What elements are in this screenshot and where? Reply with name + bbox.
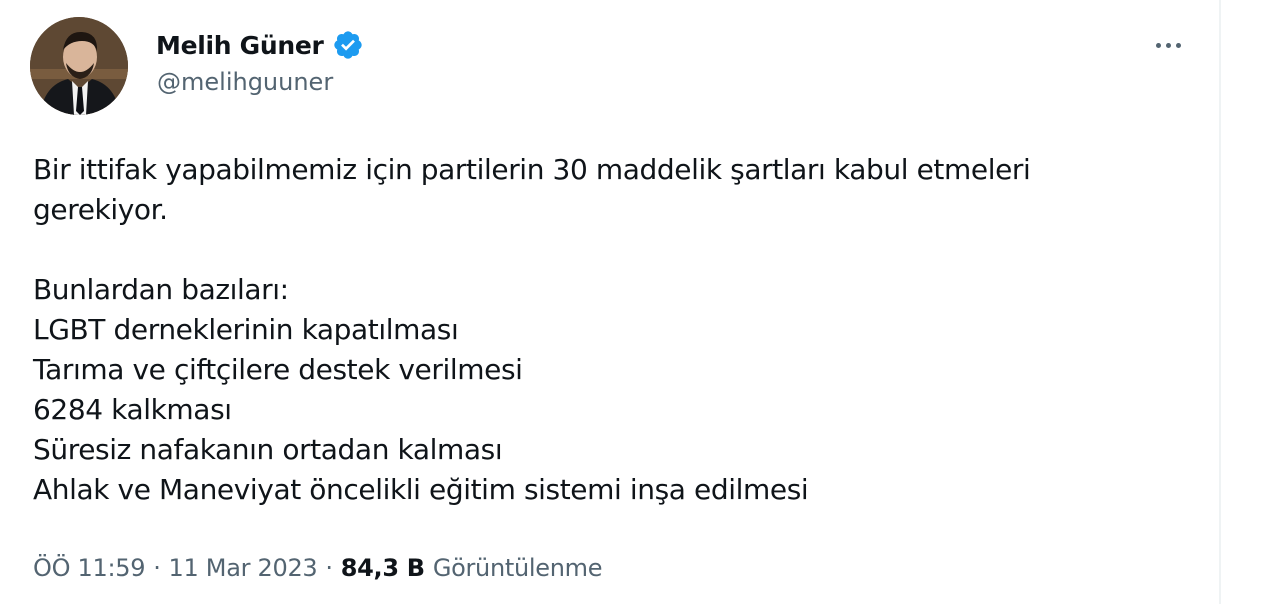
more-options-button[interactable] xyxy=(1148,30,1188,60)
avatar[interactable] xyxy=(30,17,128,115)
tweet-time[interactable]: ÖÖ 11:59 xyxy=(33,554,145,582)
tweet-line: gerekiyor. xyxy=(33,193,168,226)
tweet-line: Tarıma ve çiftçilere destek verilmesi xyxy=(33,353,523,386)
column-divider xyxy=(1219,0,1221,604)
views-count[interactable]: 84,3 B xyxy=(341,554,425,582)
verified-badge-icon xyxy=(332,29,364,61)
tweet-line: Bunlardan bazıları: xyxy=(33,273,289,306)
tweet-date[interactable]: 11 Mar 2023 xyxy=(169,554,318,582)
tweet-line: LGBT derneklerinin kapatılması xyxy=(33,313,459,346)
tweet-line: Ahlak ve Maneviyat öncelikli eğitim sist… xyxy=(33,473,809,506)
author-display-name[interactable]: Melih Güner xyxy=(156,31,324,60)
more-icon-dot xyxy=(1175,42,1181,48)
views-label[interactable]: Görüntülenme xyxy=(433,554,603,582)
tweet-line: Bir ittifak yapabilmemiz için partilerin… xyxy=(33,153,1031,186)
meta-separator: · xyxy=(153,554,161,582)
more-icon-dot xyxy=(1165,42,1171,48)
author-name-row: Melih Güner xyxy=(156,26,364,64)
tweet-text: Bir ittifak yapabilmemiz için partilerin… xyxy=(33,150,1203,510)
tweet-card: Melih Güner @melihguuner Bir ittifak yap… xyxy=(0,0,1220,604)
avatar-image xyxy=(30,17,128,115)
more-icon xyxy=(1155,42,1161,48)
author-handle[interactable]: @melihguuner xyxy=(157,68,333,96)
tweet-meta: ÖÖ 11:59 · 11 Mar 2023 · 84,3 B Görüntül… xyxy=(33,550,603,586)
tweet-line: Süresiz nafakanın ortadan kalması xyxy=(33,433,503,466)
tweet-line: 6284 kalkması xyxy=(33,393,232,426)
meta-separator: · xyxy=(325,554,333,582)
